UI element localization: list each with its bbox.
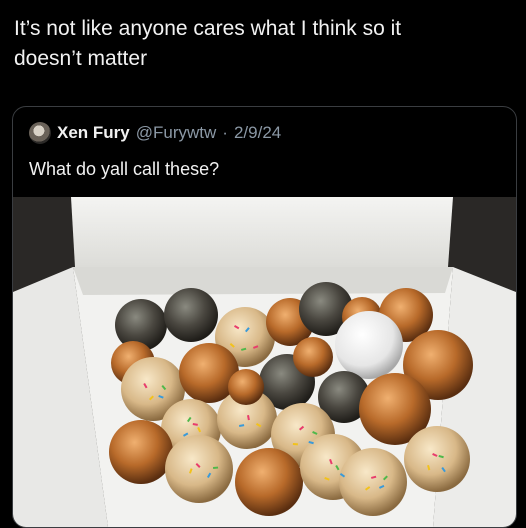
display-name[interactable]: Xen Fury bbox=[57, 123, 130, 143]
donut-holes-photo[interactable] bbox=[13, 197, 516, 527]
post-text: It’s not like anyone cares what I think … bbox=[14, 17, 402, 70]
donut-hole-chocolate bbox=[164, 288, 218, 342]
quoted-tweet-card[interactable]: Xen Fury @Furywtw · 2/9/24 What do yall … bbox=[12, 106, 517, 528]
donut-hole-glazed bbox=[235, 448, 303, 516]
donut-hole-sprinkle bbox=[404, 426, 470, 492]
donut-hole-powdered bbox=[335, 311, 403, 379]
quoted-tweet-text: What do yall call these? bbox=[29, 159, 220, 179]
separator: · bbox=[222, 123, 228, 142]
avatar[interactable] bbox=[29, 122, 51, 144]
donut-hole-sprinkle bbox=[339, 448, 407, 516]
donut-hole-glazed bbox=[228, 369, 264, 405]
donut-hole-glazed bbox=[109, 420, 173, 484]
quoted-tweet-header: Xen Fury @Furywtw · 2/9/24 bbox=[29, 121, 281, 145]
handle[interactable]: @Furywtw bbox=[136, 123, 217, 143]
box-lid bbox=[71, 197, 453, 267]
post-date[interactable]: 2/9/24 bbox=[234, 123, 281, 143]
donut-hole-sprinkle bbox=[165, 435, 233, 503]
donut-hole-glazed bbox=[293, 337, 333, 377]
